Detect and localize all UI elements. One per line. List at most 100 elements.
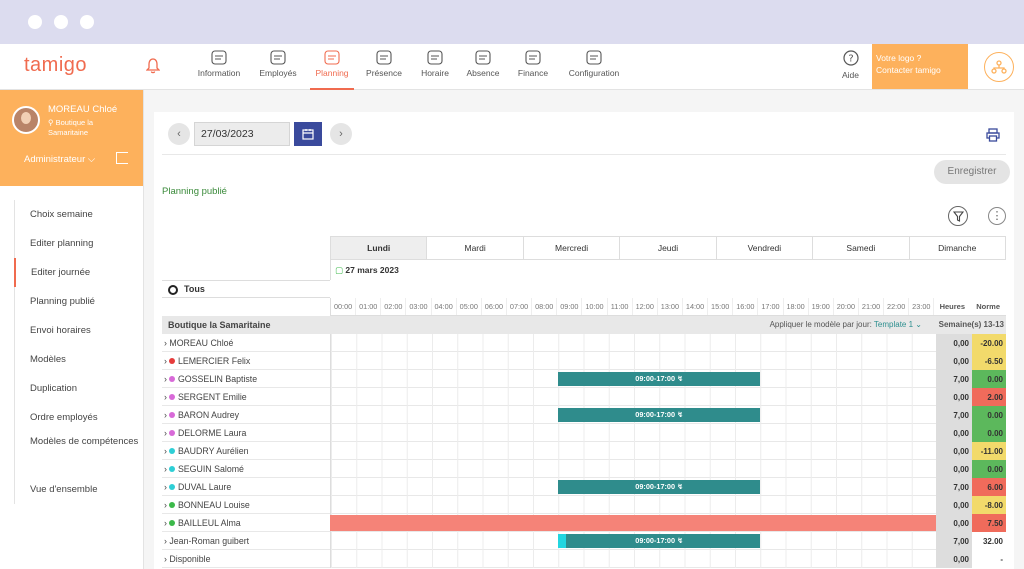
hours-cell: 0,00 <box>936 460 972 478</box>
timeline-track[interactable] <box>330 424 936 442</box>
employee-name[interactable]: › LEMERCIER Felix <box>164 356 250 366</box>
org-button[interactable] <box>984 52 1014 82</box>
tab-day[interactable]: Lundi <box>331 237 428 259</box>
tab-day[interactable]: Mardi <box>427 237 524 259</box>
nav-item-employés[interactable]: Employés <box>258 50 298 90</box>
employee-name[interactable]: › DUVAL Laure <box>164 482 231 492</box>
table-row[interactable]: › BARON Audrey 7,00 0.00 09:00-17:00 ↯ <box>162 406 1006 424</box>
absence-bar[interactable] <box>330 515 936 531</box>
timeline-track[interactable] <box>330 550 936 568</box>
table-row[interactable]: › GOSSELIN Baptiste 7,00 0.00 09:00-17:00 ↯ <box>162 370 1006 388</box>
window-dot[interactable] <box>54 15 68 29</box>
sidebar-item[interactable]: Editer planning <box>15 229 144 258</box>
employee-name[interactable]: › BARON Audrey <box>164 410 239 420</box>
tab-day[interactable]: Jeudi <box>620 237 717 259</box>
contact-tamigo-link[interactable]: Contacter tamigo <box>876 64 964 76</box>
nav-item-finance[interactable]: Finance <box>515 50 551 90</box>
print-icon[interactable] <box>986 128 1000 142</box>
employee-name[interactable]: › SERGENT Emilie <box>164 392 247 402</box>
table-row[interactable]: › BAILLEUL Alma 0,00 7.50 <box>162 514 1006 532</box>
hour-label: 13:00 <box>658 298 683 315</box>
norm-cell: -20.00 <box>972 334 1006 352</box>
template-selector[interactable]: Appliquer le modèle par jour: Template 1… <box>770 320 922 329</box>
sidebar-item[interactable]: Editer journée <box>14 258 144 287</box>
employee-name[interactable]: › BONNEAU Louise <box>164 500 250 510</box>
calendar-button[interactable] <box>294 122 322 146</box>
timeline-track[interactable] <box>330 442 936 460</box>
sidebar-item[interactable]: Envoi horaires <box>15 316 144 345</box>
user-name: MOREAU Chloé <box>48 104 118 115</box>
shift-bar[interactable]: 09:00-17:00 ↯ <box>558 408 761 422</box>
table-row[interactable]: › BONNEAU Louise 0,00 -8.00 <box>162 496 1006 514</box>
nav-label: Finance <box>517 68 549 78</box>
next-day-button[interactable]: › <box>330 123 352 145</box>
sidebar-item[interactable]: Planning publié <box>15 287 144 316</box>
employee-name[interactable]: › BAUDRY Aurélien <box>164 446 249 456</box>
shift-bar[interactable]: 09:00-17:00 ↯ <box>558 372 761 386</box>
employee-name[interactable]: › MOREAU Chloé <box>164 338 233 348</box>
table-row[interactable]: › MOREAU Chloé 0,00 -20.00 <box>162 334 1006 352</box>
employee-name[interactable]: › Disponible <box>164 554 210 564</box>
shift-bar[interactable]: 09:00-17:00 ↯ <box>558 480 761 494</box>
save-button[interactable]: Enregistrer <box>934 160 1010 184</box>
employee-name[interactable]: › BAILLEUL Alma <box>164 518 241 528</box>
store-row: Boutique la Samaritaine Appliquer le mod… <box>162 316 1006 334</box>
employee-name[interactable]: › DELORME Laura <box>164 428 246 438</box>
table-row[interactable]: › SERGENT Emilie 0,00 2.00 <box>162 388 1006 406</box>
help-button[interactable]: ? Aide <box>842 50 859 80</box>
timeline-track[interactable] <box>330 496 936 514</box>
filter-button[interactable] <box>948 206 968 226</box>
timeline-track[interactable] <box>330 352 936 370</box>
note-icon: ▢ <box>335 265 344 275</box>
employee-name[interactable]: › Jean-Roman guibert <box>164 536 249 546</box>
table-row[interactable]: › LEMERCIER Felix 0,00 -6.50 <box>162 352 1006 370</box>
window-dot[interactable] <box>80 15 94 29</box>
bell-icon[interactable] <box>146 58 160 74</box>
tab-day[interactable]: Mercredi <box>524 237 621 259</box>
timeline-track[interactable] <box>330 460 936 478</box>
nav-label: Horaire <box>421 68 449 78</box>
timeline-track[interactable] <box>330 334 936 352</box>
timeline-track[interactable] <box>330 388 936 406</box>
avatar[interactable] <box>12 106 40 134</box>
role-selector[interactable]: Administrateur ⌵ <box>24 154 95 165</box>
all-filter[interactable]: Tous <box>162 280 330 298</box>
nav-item-absence[interactable]: Absence <box>464 50 502 90</box>
table-row[interactable]: › SEGUIN Salomé 0,00 0.00 <box>162 460 1006 478</box>
sidebar-item[interactable]: Choix semaine <box>15 200 144 229</box>
employee-name[interactable]: › SEGUIN Salomé <box>164 464 244 474</box>
employee-name[interactable]: › GOSSELIN Baptiste <box>164 374 257 384</box>
shift-bar[interactable]: 09:00-17:00 ↯ <box>558 534 761 548</box>
table-row[interactable]: › BAUDRY Aurélien 0,00 -11.00 <box>162 442 1006 460</box>
tamigo-logo[interactable]: tamigo <box>24 54 87 77</box>
table-row[interactable]: › DELORME Laura 0,00 0.00 <box>162 424 1006 442</box>
tab-day[interactable]: Vendredi <box>717 237 814 259</box>
tab-day[interactable]: Samedi <box>813 237 910 259</box>
prev-day-button[interactable]: ‹ <box>168 123 190 145</box>
contact-logo-box[interactable]: Votre logo ? Contacter tamigo <box>872 44 968 89</box>
table-row[interactable]: › DUVAL Laure 7,00 6.00 09:00-17:00 ↯ <box>162 478 1006 496</box>
sidebar-item[interactable]: Modèles de compétences <box>15 432 144 475</box>
nav-item-horaire[interactable]: Horaire <box>419 50 451 90</box>
sidebar-item[interactable]: Duplication <box>15 374 144 403</box>
weeks-label: Semaine(s) 13-13 <box>938 320 1004 329</box>
hour-label: 00:00 <box>331 298 357 315</box>
nav-item-configuration[interactable]: Configuration <box>566 50 622 90</box>
window-dot[interactable] <box>28 15 42 29</box>
more-options-button[interactable]: ⋮ <box>988 207 1006 225</box>
date-navigator: ‹ › <box>168 122 352 146</box>
nav-item-planning[interactable]: Planning <box>310 50 354 91</box>
table-row[interactable]: › Jean-Roman guibert 7,00 32.00 09:00-17:00… <box>162 532 1006 550</box>
sidebar-item[interactable]: Vue d'ensemble <box>15 475 144 504</box>
hours-cell: 0,00 <box>936 424 972 442</box>
sidebar-item[interactable]: Modèles <box>15 345 144 374</box>
template-name[interactable]: Template 1 <box>874 320 913 329</box>
sidebar-item[interactable]: Ordre employés <box>15 403 144 432</box>
table-row[interactable]: › Disponible 0,00- <box>162 550 1006 568</box>
logout-icon[interactable] <box>116 152 128 164</box>
nav-item-présence[interactable]: Présence <box>365 50 403 90</box>
date-input[interactable] <box>194 122 290 146</box>
user-box: MOREAU Chloé ⚲ Boutique la Samaritaine A… <box>0 90 143 186</box>
tab-day[interactable]: Dimanche <box>910 237 1005 259</box>
nav-item-information[interactable]: Information <box>196 50 242 90</box>
